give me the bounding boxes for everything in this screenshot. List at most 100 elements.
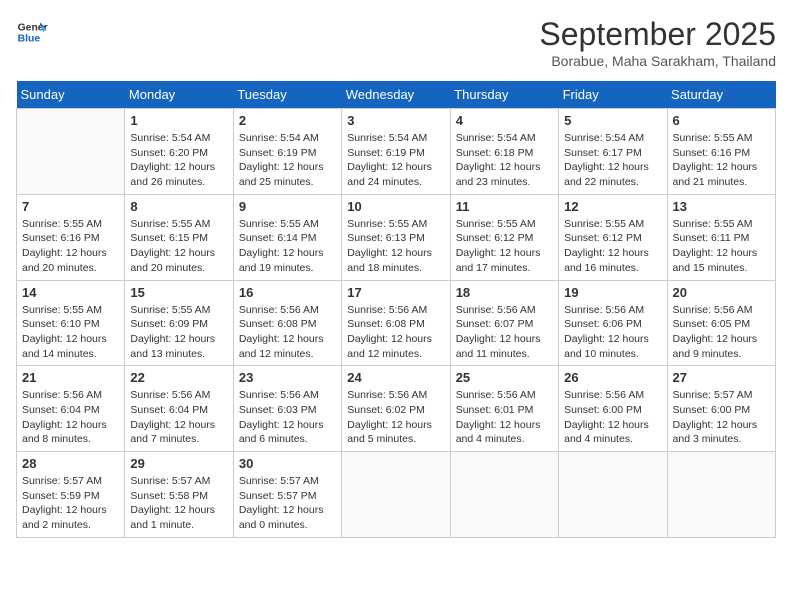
calendar-cell: 24 Sunrise: 5:56 AM Sunset: 6:02 PM Dayli… [342,366,450,452]
day-number: 28 [22,456,119,471]
calendar-cell: 2 Sunrise: 5:54 AM Sunset: 6:19 PM Daylig… [233,109,341,195]
day-number: 11 [456,199,553,214]
calendar-cell: 18 Sunrise: 5:56 AM Sunset: 6:07 PM Dayli… [450,280,558,366]
day-number: 15 [130,285,227,300]
month-title: September 2025 [539,16,776,53]
calendar-cell [17,109,125,195]
svg-text:Blue: Blue [18,34,41,45]
day-info: Sunrise: 5:57 AM Sunset: 5:58 PM Dayligh… [130,474,227,533]
calendar-cell: 25 Sunrise: 5:56 AM Sunset: 6:01 PM Dayli… [450,366,558,452]
day-number: 17 [347,285,444,300]
calendar-cell: 11 Sunrise: 5:55 AM Sunset: 6:12 PM Dayli… [450,194,558,280]
day-number: 20 [673,285,770,300]
weekday-header-friday: Friday [559,81,667,109]
calendar-cell: 21 Sunrise: 5:56 AM Sunset: 6:04 PM Dayli… [17,366,125,452]
calendar-cell [559,452,667,538]
day-number: 13 [673,199,770,214]
day-number: 25 [456,370,553,385]
day-info: Sunrise: 5:55 AM Sunset: 6:11 PM Dayligh… [673,217,770,276]
calendar-week-1: 1 Sunrise: 5:54 AM Sunset: 6:20 PM Daylig… [17,109,776,195]
day-info: Sunrise: 5:56 AM Sunset: 6:08 PM Dayligh… [347,303,444,362]
day-info: Sunrise: 5:56 AM Sunset: 6:00 PM Dayligh… [564,388,661,447]
calendar-week-5: 28 Sunrise: 5:57 AM Sunset: 5:59 PM Dayli… [17,452,776,538]
day-info: Sunrise: 5:55 AM Sunset: 6:10 PM Dayligh… [22,303,119,362]
day-number: 27 [673,370,770,385]
weekday-header-saturday: Saturday [667,81,775,109]
day-info: Sunrise: 5:56 AM Sunset: 6:03 PM Dayligh… [239,388,336,447]
calendar-cell: 26 Sunrise: 5:56 AM Sunset: 6:00 PM Dayli… [559,366,667,452]
day-info: Sunrise: 5:56 AM Sunset: 6:06 PM Dayligh… [564,303,661,362]
day-number: 1 [130,113,227,128]
day-number: 23 [239,370,336,385]
day-number: 19 [564,285,661,300]
day-info: Sunrise: 5:56 AM Sunset: 6:01 PM Dayligh… [456,388,553,447]
calendar-week-2: 7Sunrise: 5:55 AM Sunset: 6:16 PM Daylig… [17,194,776,280]
day-info: Sunrise: 5:54 AM Sunset: 6:17 PM Dayligh… [564,131,661,190]
day-number: 12 [564,199,661,214]
day-number: 5 [564,113,661,128]
day-info: Sunrise: 5:57 AM Sunset: 5:59 PM Dayligh… [22,474,119,533]
day-info: Sunrise: 5:56 AM Sunset: 6:05 PM Dayligh… [673,303,770,362]
day-number: 8 [130,199,227,214]
day-number: 3 [347,113,444,128]
calendar-cell: 7Sunrise: 5:55 AM Sunset: 6:16 PM Daylig… [17,194,125,280]
day-info: Sunrise: 5:55 AM Sunset: 6:13 PM Dayligh… [347,217,444,276]
day-number: 2 [239,113,336,128]
calendar-cell: 15Sunrise: 5:55 AM Sunset: 6:09 PM Dayli… [125,280,233,366]
calendar-cell: 16 Sunrise: 5:56 AM Sunset: 6:08 PM Dayli… [233,280,341,366]
day-number: 22 [130,370,227,385]
page-header: General Blue September 2025 Borabue, Mah… [16,16,776,69]
day-info: Sunrise: 5:56 AM Sunset: 6:07 PM Dayligh… [456,303,553,362]
calendar-cell: 27Sunrise: 5:57 AM Sunset: 6:00 PM Dayli… [667,366,775,452]
day-info: Sunrise: 5:54 AM Sunset: 6:18 PM Dayligh… [456,131,553,190]
calendar-cell [342,452,450,538]
day-number: 9 [239,199,336,214]
weekday-header-thursday: Thursday [450,81,558,109]
day-info: Sunrise: 5:56 AM Sunset: 6:02 PM Dayligh… [347,388,444,447]
calendar-cell: 1 Sunrise: 5:54 AM Sunset: 6:20 PM Daylig… [125,109,233,195]
location-subtitle: Borabue, Maha Sarakham, Thailand [539,53,776,69]
calendar-cell: 8 Sunrise: 5:55 AM Sunset: 6:15 PM Daylig… [125,194,233,280]
day-number: 16 [239,285,336,300]
day-number: 21 [22,370,119,385]
calendar-cell: 9Sunrise: 5:55 AM Sunset: 6:14 PM Daylig… [233,194,341,280]
calendar-cell: 10 Sunrise: 5:55 AM Sunset: 6:13 PM Dayli… [342,194,450,280]
day-info: Sunrise: 5:56 AM Sunset: 6:04 PM Dayligh… [22,388,119,447]
day-number: 10 [347,199,444,214]
day-number: 6 [673,113,770,128]
day-info: Sunrise: 5:54 AM Sunset: 6:19 PM Dayligh… [239,131,336,190]
logo-icon: General Blue [16,16,48,48]
day-info: Sunrise: 5:56 AM Sunset: 6:04 PM Dayligh… [130,388,227,447]
weekday-header-sunday: Sunday [17,81,125,109]
day-info: Sunrise: 5:57 AM Sunset: 5:57 PM Dayligh… [239,474,336,533]
calendar-week-4: 21 Sunrise: 5:56 AM Sunset: 6:04 PM Dayli… [17,366,776,452]
day-info: Sunrise: 5:55 AM Sunset: 6:12 PM Dayligh… [456,217,553,276]
day-number: 24 [347,370,444,385]
calendar-cell: 14 Sunrise: 5:55 AM Sunset: 6:10 PM Dayli… [17,280,125,366]
calendar-cell: 22 Sunrise: 5:56 AM Sunset: 6:04 PM Dayli… [125,366,233,452]
calendar-cell: 28 Sunrise: 5:57 AM Sunset: 5:59 PM Dayli… [17,452,125,538]
weekday-header-tuesday: Tuesday [233,81,341,109]
day-info: Sunrise: 5:56 AM Sunset: 6:08 PM Dayligh… [239,303,336,362]
day-info: Sunrise: 5:54 AM Sunset: 6:19 PM Dayligh… [347,131,444,190]
day-number: 29 [130,456,227,471]
day-number: 14 [22,285,119,300]
calendar-cell: 29 Sunrise: 5:57 AM Sunset: 5:58 PM Dayli… [125,452,233,538]
calendar-cell: 4 Sunrise: 5:54 AM Sunset: 6:18 PM Daylig… [450,109,558,195]
day-number: 26 [564,370,661,385]
weekday-header-wednesday: Wednesday [342,81,450,109]
calendar-cell: 6 Sunrise: 5:55 AM Sunset: 6:16 PM Daylig… [667,109,775,195]
calendar-cell: 12 Sunrise: 5:55 AM Sunset: 6:12 PM Dayli… [559,194,667,280]
weekday-header-row: SundayMondayTuesdayWednesdayThursdayFrid… [17,81,776,109]
day-info: Sunrise: 5:55 AM Sunset: 6:12 PM Dayligh… [564,217,661,276]
day-info: Sunrise: 5:55 AM Sunset: 6:15 PM Dayligh… [130,217,227,276]
day-number: 18 [456,285,553,300]
calendar-cell: 20 Sunrise: 5:56 AM Sunset: 6:05 PM Dayli… [667,280,775,366]
day-number: 4 [456,113,553,128]
day-info: Sunrise: 5:55 AM Sunset: 6:16 PM Dayligh… [673,131,770,190]
day-info: Sunrise: 5:55 AM Sunset: 6:16 PM Dayligh… [22,217,119,276]
calendar-cell: 30 Sunrise: 5:57 AM Sunset: 5:57 PM Dayli… [233,452,341,538]
day-number: 30 [239,456,336,471]
day-info: Sunrise: 5:54 AM Sunset: 6:20 PM Dayligh… [130,131,227,190]
title-block: September 2025 Borabue, Maha Sarakham, T… [539,16,776,69]
